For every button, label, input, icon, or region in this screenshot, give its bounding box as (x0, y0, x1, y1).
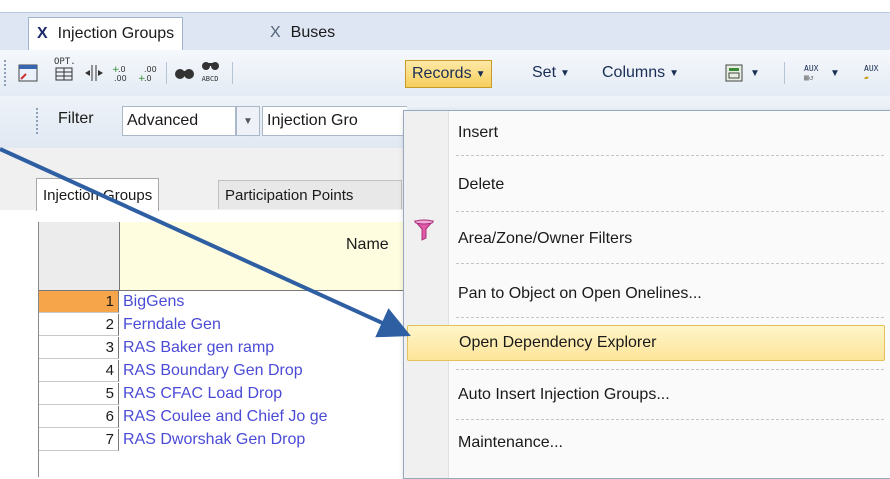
set-label: Set (532, 64, 557, 81)
filter-object-value: Injection Gro (267, 112, 358, 129)
column-header-label: Name (346, 236, 389, 253)
aux-load-button[interactable]: AUX ▰ (864, 60, 886, 86)
column-split-icon[interactable] (84, 63, 104, 83)
menu-item-label: Pan to Object on Open Onelines... (458, 285, 702, 302)
close-icon[interactable]: X (37, 25, 48, 43)
abcd-label: ABCD (201, 75, 219, 83)
row-number[interactable]: 2 (39, 314, 119, 336)
tab-label: Injection Groups (57, 25, 175, 42)
tab-buses[interactable]: X Buses (262, 17, 343, 49)
chevron-down-icon: ▼ (560, 67, 570, 79)
menu-separator (456, 419, 884, 420)
filter-object-select[interactable]: Injection Gro (262, 106, 407, 136)
set-menu-button[interactable]: Set ▼ (532, 60, 570, 86)
row-name-cell[interactable]: RAS Boundary Gen Drop (123, 360, 303, 382)
row-number[interactable]: 1 (39, 291, 119, 313)
columns-menu-button[interactable]: Columns ▼ (602, 60, 679, 86)
records-dropdown-menu: Insert Delete Area/Zone/Owner Filters Pa… (403, 110, 890, 479)
row-number[interactable]: 7 (39, 429, 119, 451)
menu-item-delete[interactable]: Delete (448, 167, 888, 203)
menu-item-label: Insert (458, 124, 499, 141)
case-info-toolbar: OPT. + .0.00 .00 + .0 ABCD Records ▼ Set ▼ … (0, 50, 890, 97)
row-name-cell[interactable]: Ferndale Gen (123, 314, 221, 336)
menu-icon-gutter (404, 111, 449, 478)
menu-item-label: Auto Insert Injection Groups... (458, 386, 670, 403)
menu-separator (456, 369, 884, 370)
aux-icon: AUX ▦↺ (804, 64, 819, 82)
chevron-down-icon: ▼ (243, 115, 253, 127)
row-name-cell[interactable]: RAS CFAC Load Drop (123, 383, 282, 405)
records-label: Records (412, 65, 472, 82)
menu-item-area-zone-owner-filters[interactable]: Area/Zone/Owner Filters (448, 221, 888, 257)
top-strip (0, 0, 890, 12)
find-icon[interactable] (174, 63, 194, 83)
document-tab-bar: X Injection Groups X Buses (0, 12, 890, 51)
row-number[interactable]: 6 (39, 406, 119, 428)
subtab-label: Participation Points (225, 186, 354, 204)
menu-separator (456, 211, 884, 212)
menu-item-insert[interactable]: Insert (448, 115, 888, 151)
filter-mode-dropdown-button[interactable]: ▼ (236, 106, 260, 136)
chevron-down-icon: ▼ (830, 67, 840, 79)
row-name-cell[interactable]: BigGens (123, 291, 184, 313)
filter-label: Filter (58, 110, 94, 127)
row-number-header[interactable] (39, 222, 120, 291)
row-name-cell[interactable]: RAS Dworshak Gen Drop (123, 429, 305, 451)
menu-item-maintenance[interactable]: Maintenance... (448, 425, 888, 461)
filter-mode-value: Advanced (127, 112, 199, 129)
export-menu-button[interactable]: ▼ (724, 60, 760, 86)
row-number[interactable]: 5 (39, 383, 119, 405)
menu-item-label: Open Dependency Explorer (459, 334, 657, 351)
svg-text:.00: .00 (144, 65, 157, 74)
opt-grid-icon[interactable]: OPT. (54, 57, 76, 81)
menu-item-label: Area/Zone/Owner Filters (458, 230, 633, 247)
row-number[interactable]: 4 (39, 360, 119, 382)
subtab-participation-points[interactable]: Participation Points (218, 180, 402, 209)
aux-menu-button[interactable]: AUX ▦↺ ▼ (804, 60, 840, 86)
chevron-down-icon: ▼ (669, 67, 680, 79)
menu-item-open-dependency-explorer[interactable]: Open Dependency Explorer (407, 325, 885, 361)
find-abcd-icon[interactable]: ABCD (200, 58, 220, 83)
toolbar-divider (784, 62, 788, 84)
subtab-injection-groups[interactable]: Injection Groups (36, 178, 160, 211)
grid-icon[interactable] (18, 63, 38, 83)
filter-mode-select[interactable]: Advanced (122, 106, 236, 136)
menu-separator (456, 155, 884, 156)
decimal-increase-icon[interactable]: + .0.00 (110, 63, 130, 83)
filter-grip[interactable] (36, 108, 41, 134)
chevron-down-icon: ▼ (750, 67, 760, 79)
row-number[interactable]: 3 (39, 337, 119, 359)
menu-separator (456, 317, 884, 318)
svg-text:.0: .0 (118, 65, 126, 74)
toolbar-divider (166, 62, 170, 84)
records-menu-button[interactable]: Records ▼ (405, 60, 493, 88)
toolbar-divider (232, 62, 236, 84)
tab-injection-groups[interactable]: X Injection Groups (28, 17, 184, 50)
menu-item-label: Maintenance... (458, 434, 563, 451)
aux-load-icon: AUX ▰ (864, 64, 879, 82)
menu-item-label: Delete (458, 176, 505, 193)
menu-separator (456, 263, 884, 264)
toolbar-grip[interactable] (4, 60, 9, 86)
row-name-cell[interactable]: RAS Coulee and Chief Jo ge (123, 406, 328, 428)
row-name-cell[interactable]: RAS Baker gen ramp (123, 337, 274, 359)
decimal-decrease-icon[interactable]: .00 + .0 (136, 63, 157, 84)
export-icon (725, 64, 743, 82)
chevron-down-icon: ▼ (475, 68, 486, 80)
subtab-label: Injection Groups (43, 186, 153, 204)
columns-label: Columns (602, 64, 666, 81)
svg-text:.00: .00 (114, 74, 127, 83)
filter-funnel-icon (414, 219, 434, 241)
menu-item-auto-insert-injection-groups[interactable]: Auto Insert Injection Groups... (448, 377, 888, 413)
close-icon[interactable]: X (270, 24, 281, 42)
tab-label: Buses (290, 24, 336, 41)
opt-label: OPT. (54, 57, 76, 67)
svg-text:.0: .0 (144, 74, 152, 83)
menu-item-pan-to-object[interactable]: Pan to Object on Open Onelines... (448, 276, 888, 312)
